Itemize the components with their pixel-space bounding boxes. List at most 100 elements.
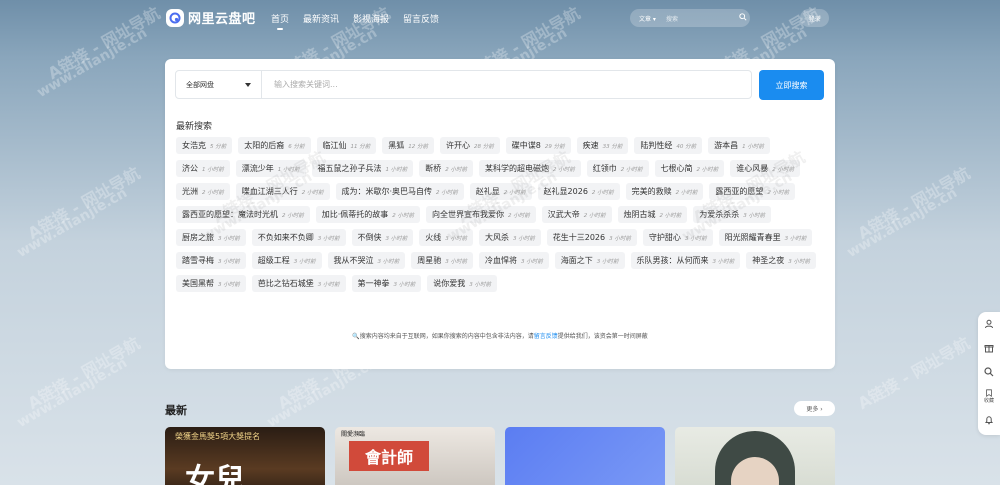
logo[interactable]: 网里云盘吧 bbox=[166, 8, 256, 27]
recent-search-tag[interactable]: 超级工程 3 小时前 bbox=[251, 252, 322, 269]
recent-search-tag[interactable]: 女浩克 5 分前 bbox=[176, 137, 233, 154]
nav-item-posters[interactable]: 影视海报 bbox=[353, 12, 389, 25]
recent-search-label: 太阳的后裔 bbox=[244, 141, 285, 150]
nav-item-feedback[interactable]: 留言反馈 bbox=[403, 12, 439, 25]
recent-search-label: 游本昌 bbox=[714, 141, 739, 150]
search-icon[interactable] bbox=[978, 360, 1000, 384]
recent-search-label: 说你爱我 bbox=[433, 279, 466, 288]
recent-search-label: 海面之下 bbox=[560, 256, 593, 265]
recent-search-tag[interactable]: 守护甜心 3 小时前 bbox=[642, 229, 713, 246]
recent-search-tag[interactable]: 完美的救赎 2 小时前 bbox=[625, 183, 704, 200]
recent-search-tag[interactable]: 游本昌 1 小时前 bbox=[708, 137, 770, 154]
recent-search-tag[interactable]: 火线 3 小时前 bbox=[419, 229, 473, 246]
recent-search-tag[interactable]: 断桥 2 小时前 bbox=[419, 160, 473, 177]
recent-search-time: 3 小时前 bbox=[445, 258, 467, 265]
poster-card[interactable] bbox=[505, 427, 665, 485]
poster-card[interactable] bbox=[675, 427, 835, 485]
recent-search-tag[interactable]: 许开心 28 分前 bbox=[440, 137, 500, 154]
recent-search-tag[interactable]: 厨房之旅 3 小时前 bbox=[176, 229, 246, 246]
recent-search-tag[interactable]: 露西亚的愿望：魔法时光机 2 小时前 bbox=[176, 206, 310, 223]
recent-search-tag[interactable]: 烛阴古城 2 小时前 bbox=[617, 206, 688, 223]
recent-search-tag[interactable]: 赵礼显2026 2 小时前 bbox=[537, 183, 620, 200]
recent-search-tag[interactable]: 芭比之钻石城堡 3 小时前 bbox=[251, 275, 346, 292]
header-search-type[interactable]: 文章 ▾ bbox=[630, 14, 666, 23]
recent-search-tag[interactable]: 漂流少年 1 小时前 bbox=[235, 160, 306, 177]
recent-search-tag[interactable]: 红领巾 2 小时前 bbox=[586, 160, 649, 177]
search-button[interactable]: 立即搜索 bbox=[759, 70, 824, 100]
recent-search-tag[interactable]: 碟中谍8 29 分前 bbox=[505, 137, 571, 154]
recent-search-tag[interactable]: 花生十三2026 3 小时前 bbox=[546, 229, 637, 246]
recent-search-tag[interactable]: 疾速 33 分前 bbox=[576, 137, 629, 154]
recent-search-tag[interactable]: 太阳的后裔 6 分前 bbox=[238, 137, 311, 154]
gift-icon[interactable] bbox=[978, 336, 1000, 360]
recent-search-tag[interactable]: 福五鼠之孙子兵法 1 小时前 bbox=[311, 160, 414, 177]
recent-search-tag[interactable]: 海面之下 3 小时前 bbox=[554, 252, 625, 269]
recent-search-tag[interactable]: 大风杀 3 小时前 bbox=[479, 229, 541, 246]
disk-type-select[interactable]: 全部网盘 bbox=[176, 71, 262, 98]
recent-search-time: 3 小时前 bbox=[712, 258, 735, 265]
header-search[interactable]: 文章 ▾ 搜索 bbox=[630, 9, 750, 27]
recent-search-label: 漂流少年 bbox=[241, 164, 274, 173]
recent-search-time: 29 分前 bbox=[544, 143, 565, 150]
nav-item-news[interactable]: 最新资讯 bbox=[303, 12, 339, 25]
recent-search-time: 3 小时前 bbox=[377, 258, 400, 265]
recent-search-label: 某科学的超电磁炮 bbox=[485, 164, 549, 173]
search-input[interactable] bbox=[262, 71, 751, 98]
recent-search-time: 40 分前 bbox=[676, 143, 697, 150]
nav-item-home[interactable]: 首页 bbox=[271, 12, 289, 25]
recent-search-tag[interactable]: 七根心简 2 小时前 bbox=[654, 160, 725, 177]
recent-search-time: 3 小时前 bbox=[596, 258, 619, 265]
header-search-input[interactable]: 搜索 bbox=[666, 14, 736, 23]
watermark: www.alianjie.cn bbox=[34, 24, 151, 102]
recent-search-tag[interactable]: 冷血悍将 3 小时前 bbox=[479, 252, 549, 269]
recent-search-tag[interactable]: 我从不哭泣 3 小时前 bbox=[327, 252, 406, 269]
recent-search-label: 许开心 bbox=[446, 141, 470, 150]
recent-search-label: 花生十三2026 bbox=[552, 233, 606, 242]
more-button[interactable]: 更多 › bbox=[794, 401, 835, 416]
bell-icon[interactable] bbox=[978, 408, 1000, 432]
recent-search-tag[interactable]: 神圣之夜 3 小时前 bbox=[746, 252, 816, 269]
recent-search-tag[interactable]: 喋血江湖三人行 2 小时前 bbox=[235, 183, 330, 200]
recent-search-tag[interactable]: 赵礼显 2 小时前 bbox=[469, 183, 532, 200]
recent-search-tag[interactable]: 某科学的超电磁炮 2 小时前 bbox=[479, 160, 581, 177]
recent-search-tag[interactable]: 汉武大帝 2 小时前 bbox=[541, 206, 612, 223]
poster-card[interactable]: 榮獲金馬獎5項大獎提名 女兒 bbox=[165, 427, 325, 485]
recent-search-tag[interactable]: 成为：米歇尔·奥巴马自传 2 小时前 bbox=[335, 183, 464, 200]
poster-card[interactable]: 關愛瀕臨 會計師 bbox=[335, 427, 495, 485]
feedback-link[interactable]: 留言反馈 bbox=[534, 333, 558, 340]
bookmark-icon[interactable]: 收藏 bbox=[978, 384, 1000, 408]
recent-search-time: 1 小时前 bbox=[277, 166, 300, 173]
recent-search-tag[interactable]: 露西亚的愿望 2 小时前 bbox=[709, 183, 796, 200]
recent-search-tag[interactable]: 临江仙 11 分前 bbox=[316, 137, 377, 154]
recent-search-label: 黑狐 bbox=[388, 141, 405, 150]
recent-search-time: 1 小时前 bbox=[742, 143, 764, 150]
recent-search-time: 3 小时前 bbox=[684, 235, 707, 242]
recent-search-tag[interactable]: 谁心风暴 2 小时前 bbox=[730, 160, 800, 177]
recent-search-tag[interactable]: 为爱杀杀杀 3 小时前 bbox=[693, 206, 772, 223]
recent-search-label: 神圣之夜 bbox=[752, 256, 785, 265]
recent-search-tag[interactable]: 陆判性经 40 分前 bbox=[634, 137, 703, 154]
recent-search-label: 汉武大帝 bbox=[547, 210, 580, 219]
recent-search-tag[interactable]: 向全世界宣布我爱你 2 小时前 bbox=[426, 206, 536, 223]
login-button[interactable]: 登录 bbox=[800, 9, 829, 27]
recent-search-time: 5 分前 bbox=[210, 143, 227, 150]
recent-search-tag[interactable]: 周星驰 3 小时前 bbox=[411, 252, 473, 269]
search-icon[interactable] bbox=[736, 13, 750, 23]
recent-search-tag[interactable]: 第一神拳 3 小时前 bbox=[351, 275, 422, 292]
recent-search-tag[interactable]: 加比·佩蒂托的故事 2 小时前 bbox=[315, 206, 421, 223]
recent-search-tag[interactable]: 不倒侠 3 小时前 bbox=[351, 229, 414, 246]
recent-search-label: 火线 bbox=[425, 233, 442, 242]
recent-search-time: 3 小时前 bbox=[293, 258, 316, 265]
recent-search-tag[interactable]: 光洲 2 小时前 bbox=[176, 183, 230, 200]
recent-search-tag[interactable]: 阳光照耀青春里 3 小时前 bbox=[718, 229, 813, 246]
recent-search-time: 3 小时前 bbox=[609, 235, 631, 242]
recent-search-tag[interactable]: 说你爱我 3 小时前 bbox=[427, 275, 497, 292]
recent-search-tag[interactable]: 踏雪寻梅 3 小时前 bbox=[176, 252, 246, 269]
recent-search-tag[interactable]: 黑狐 12 分前 bbox=[382, 137, 434, 154]
recent-search-tag[interactable]: 不负如来不负卿 3 小时前 bbox=[251, 229, 346, 246]
recent-search-time: 6 分前 bbox=[288, 143, 305, 150]
recent-search-tag[interactable]: 美国黑帮 3 小时前 bbox=[176, 275, 246, 292]
user-icon[interactable] bbox=[978, 312, 1000, 336]
recent-search-tag[interactable]: 济公 1 小时前 bbox=[176, 160, 230, 177]
recent-search-tag[interactable]: 乐队男孩：从何而来 3 小时前 bbox=[630, 252, 741, 269]
